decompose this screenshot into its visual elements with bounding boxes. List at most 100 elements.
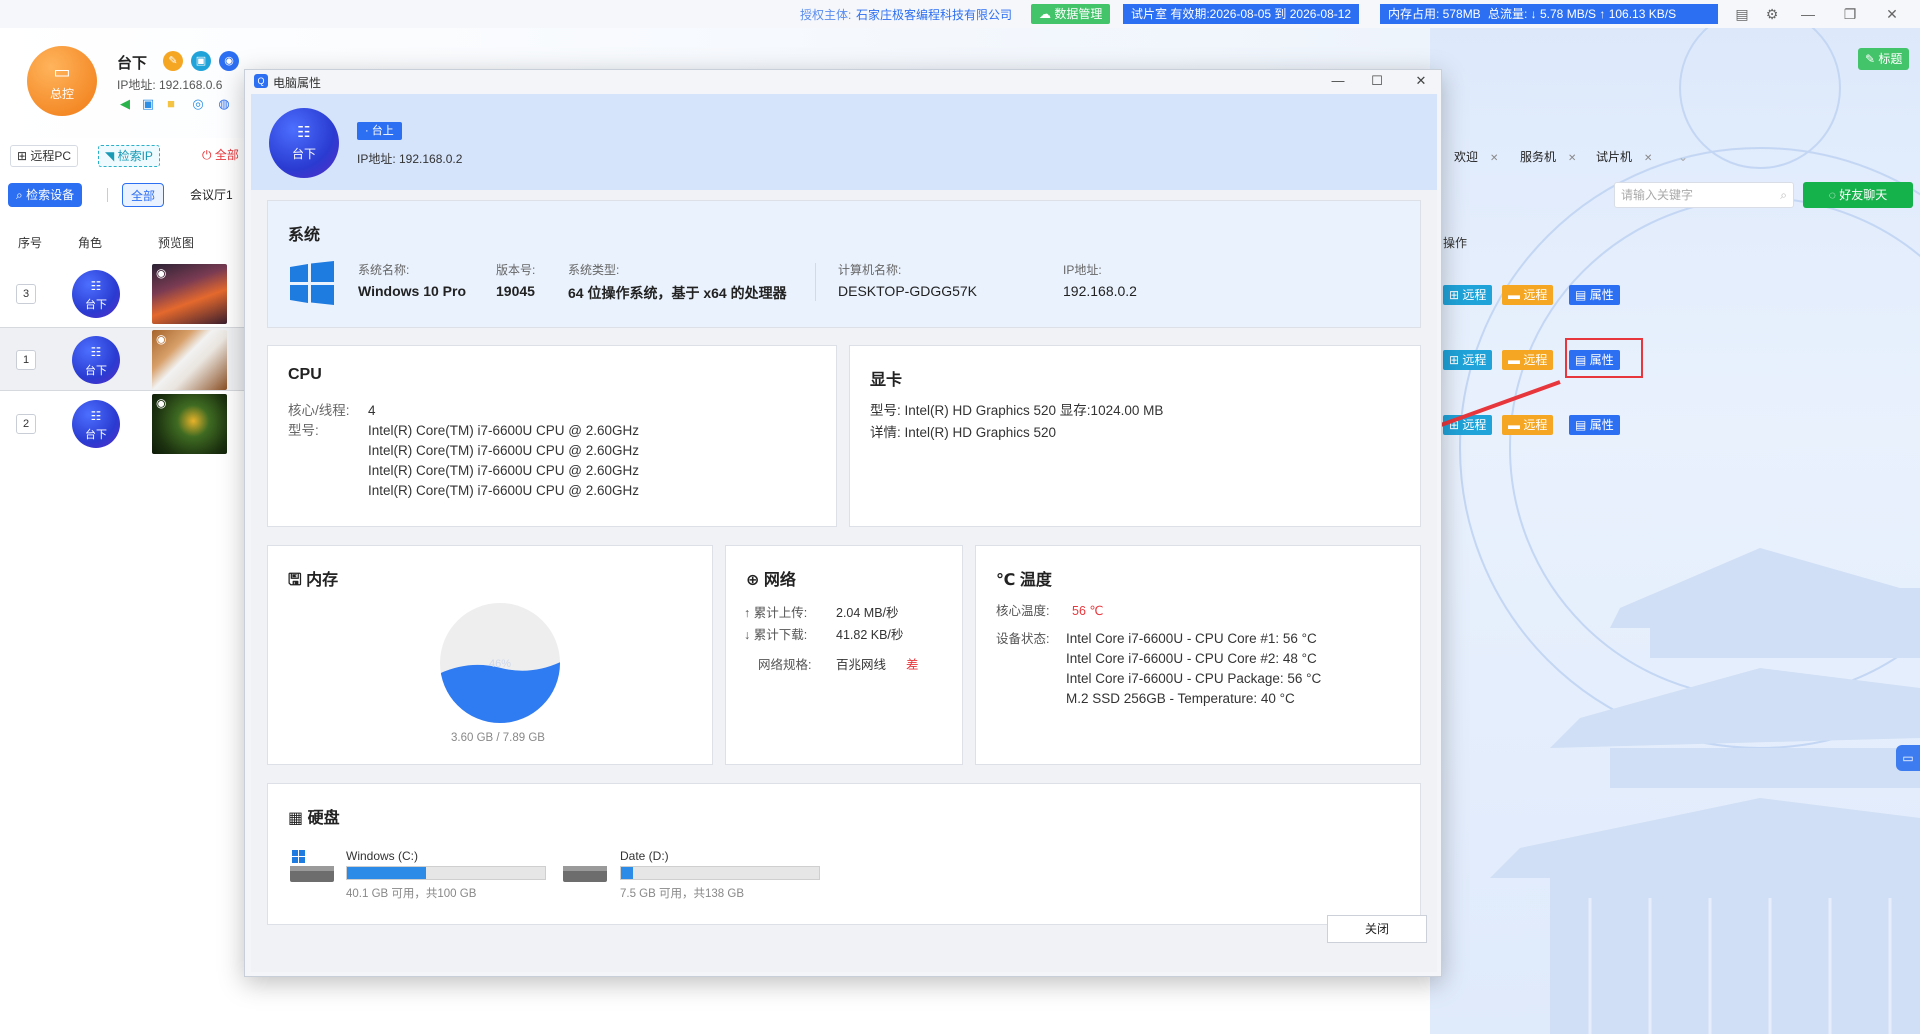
column-header-ops: 操作 bbox=[1443, 236, 1468, 250]
row-index: 2 bbox=[16, 414, 36, 434]
preview-thumbnail[interactable]: ◉ bbox=[152, 394, 227, 454]
save-icon: 🖫 bbox=[288, 572, 302, 589]
properties-button[interactable]: ▤ 属性 bbox=[1569, 285, 1620, 305]
preview-thumbnail[interactable]: ◉ bbox=[152, 264, 227, 324]
dialog-titlebar: Q 电脑属性 — ☐ ✕ bbox=[245, 70, 1441, 92]
drive-icon bbox=[563, 866, 607, 882]
memory-usage: 内存占用: 578MB bbox=[1380, 4, 1489, 24]
cpu-model: Intel(R) Core(TM) i7-6600U CPU @ 2.60GHz bbox=[368, 443, 640, 458]
chevron-down-icon[interactable]: ⌄ bbox=[1678, 148, 1688, 166]
keyword-search-input[interactable]: 请输入关键字 ⌕ bbox=[1614, 182, 1794, 208]
room-validity: 试片室 有效期:2026-08-05 到 2026-08-12 bbox=[1123, 4, 1360, 24]
folder-icon[interactable]: ■ bbox=[163, 96, 179, 112]
memory-card: 🖫 内存 46% 3.60 GB / 7.89 GB bbox=[267, 545, 713, 765]
table-row[interactable]: 1 ☷ 台下 ◉ bbox=[0, 327, 250, 391]
eye-icon: ◉ bbox=[156, 396, 167, 410]
memory-summary: 3.60 GB / 7.89 GB bbox=[451, 732, 545, 744]
eye-icon: ◉ bbox=[156, 266, 167, 280]
master-control-logo[interactable]: ▭ 总控 bbox=[27, 46, 97, 116]
device-title: 台下 bbox=[117, 55, 148, 72]
table-row[interactable]: 3 ☷ 台下 ◉ bbox=[0, 262, 250, 326]
filter-room-button[interactable]: 会议厅1 bbox=[182, 183, 241, 207]
toolbar: ⊞ 远程PC ◥ 检索IP ⏻ 全部 bbox=[0, 145, 250, 173]
minimize-button[interactable]: — bbox=[1323, 71, 1353, 91]
gear-icon[interactable]: ⚙ bbox=[1758, 2, 1786, 26]
power-icon: ⏻ bbox=[202, 148, 212, 162]
side-float-icon[interactable]: ▭ bbox=[1896, 745, 1920, 771]
divider bbox=[815, 263, 816, 301]
screen-icon[interactable]: ▣ bbox=[191, 51, 211, 71]
close-icon[interactable]: ✕ bbox=[1490, 153, 1498, 164]
browser-icon[interactable]: ◍ bbox=[216, 96, 232, 112]
restore-button[interactable]: ❐ bbox=[1836, 2, 1864, 26]
close-dialog-button[interactable]: ✕ bbox=[1406, 71, 1436, 91]
edit-icon[interactable]: ✎ bbox=[163, 51, 183, 71]
system-type: 64 位操作系统，基于 x64 的处理器 bbox=[568, 285, 787, 301]
divider bbox=[107, 188, 108, 202]
eye-icon[interactable]: ◉ bbox=[219, 51, 239, 71]
close-icon[interactable]: ✕ bbox=[1644, 153, 1652, 164]
role-avatar[interactable]: ☷ 台下 bbox=[72, 270, 120, 318]
search-ip-button[interactable]: ◥ 检索IP bbox=[98, 145, 160, 167]
minimize-button[interactable]: — bbox=[1794, 2, 1822, 26]
version-label: 版本号: bbox=[496, 263, 536, 277]
device-temp: Intel Core i7-6600U - CPU Package: 56 °C bbox=[1066, 671, 1322, 686]
app-icon: Q bbox=[254, 74, 268, 88]
disk-title: ▦ 硬盘 bbox=[288, 810, 340, 827]
device-ip: IP地址: 192.168.0.6 bbox=[117, 78, 223, 92]
friend-chat-button[interactable]: ◌ 好友聊天 bbox=[1803, 182, 1913, 208]
windows-icon: ⊞ bbox=[1449, 288, 1460, 302]
tab-welcome[interactable]: 欢迎 ✕ bbox=[1454, 148, 1498, 166]
close-window-button[interactable]: ✕ bbox=[1878, 2, 1906, 26]
close-icon[interactable]: ✕ bbox=[1568, 153, 1576, 164]
drive-name: Windows (C:) bbox=[346, 849, 419, 863]
list-icon: ☷ bbox=[90, 345, 102, 359]
auth-company: 石家庄极客编程科技有限公司 bbox=[856, 8, 1013, 22]
list-icon: ☷ bbox=[90, 409, 102, 423]
dialog-device-header: ☷ 台下 · 台上 IP地址: 192.168.0.2 bbox=[251, 94, 1437, 190]
remote-desktop-button[interactable]: ⊞ 远程 bbox=[1443, 285, 1493, 305]
tab-test-machine[interactable]: 试片机 ✕ bbox=[1596, 148, 1652, 166]
background-illustration bbox=[1430, 28, 1920, 1034]
preview-thumbnail[interactable]: ◉ bbox=[152, 330, 227, 390]
temperature-title: ℃ 温度 bbox=[996, 572, 1052, 589]
remote-control-button[interactable]: ▬ 远程 bbox=[1502, 285, 1554, 305]
properties-button[interactable]: ▤ 属性 bbox=[1569, 415, 1620, 435]
filter-all-button[interactable]: 全部 bbox=[122, 183, 165, 207]
tab-server[interactable]: 服务机 ✕ bbox=[1520, 148, 1576, 166]
device-temp: M.2 SSD 256GB - Temperature: 40 °C bbox=[1066, 691, 1295, 706]
drive-usage-bar bbox=[620, 866, 820, 880]
role-avatar[interactable]: ☷ 台下 bbox=[72, 336, 120, 384]
clipboard-icon[interactable]: ▤ bbox=[1728, 2, 1756, 26]
gpu-title: 显卡 bbox=[870, 372, 903, 389]
search-icon: ⌕ bbox=[16, 188, 23, 202]
device-temp: Intel Core i7-6600U - CPU Core #2: 48 °C bbox=[1066, 651, 1317, 666]
drive-name: Date (D:) bbox=[620, 849, 669, 863]
remote-desktop-icon[interactable]: ▣ bbox=[140, 96, 156, 112]
pen-icon: ✎ bbox=[1865, 52, 1876, 66]
upload-label: ↑ 累计上传: bbox=[744, 606, 808, 620]
computer-name-label: 计算机名称: bbox=[838, 263, 902, 277]
remote-control-button[interactable]: ▬ 远程 bbox=[1502, 350, 1554, 370]
table-row[interactable]: 2 ☷ 台下 ◉ bbox=[0, 392, 250, 456]
remote-pc-button[interactable]: ⊞ 远程PC bbox=[10, 145, 79, 167]
search-device-button[interactable]: ⌕ 检索设备 bbox=[8, 183, 83, 207]
drive-usage-bar bbox=[346, 866, 546, 880]
column-header-index: 序号 bbox=[18, 236, 43, 250]
role-avatar[interactable]: ☷ 台下 bbox=[72, 400, 120, 448]
maximize-button[interactable]: ☐ bbox=[1362, 71, 1392, 91]
core-temp-label: 核心温度: bbox=[996, 604, 1050, 618]
gpu-card: 显卡 型号: Intel(R) HD Graphics 520 显存:1024.… bbox=[849, 345, 1421, 527]
close-button[interactable]: 关闭 bbox=[1327, 915, 1427, 943]
list-icon: ☷ bbox=[297, 124, 311, 141]
data-management-button[interactable]: ☁ 数据管理 bbox=[1031, 4, 1111, 24]
power-all-button[interactable]: ⏻ 全部 bbox=[196, 145, 245, 167]
remote-desktop-button[interactable]: ⊞ 远程 bbox=[1443, 350, 1493, 370]
speaker-icon[interactable]: ◀ bbox=[117, 96, 133, 112]
title-button[interactable]: ✎ 标题 bbox=[1858, 48, 1910, 70]
computer-properties-dialog: Q 电脑属性 — ☐ ✕ ☷ 台下 · 台上 IP地址: 192.168.0.2… bbox=[244, 69, 1442, 977]
system-title: 系统 bbox=[288, 227, 321, 244]
share-icon[interactable]: ◎ bbox=[190, 96, 206, 112]
gauge-percent: 46% bbox=[489, 658, 511, 670]
memory-gauge: 46% bbox=[440, 603, 560, 723]
